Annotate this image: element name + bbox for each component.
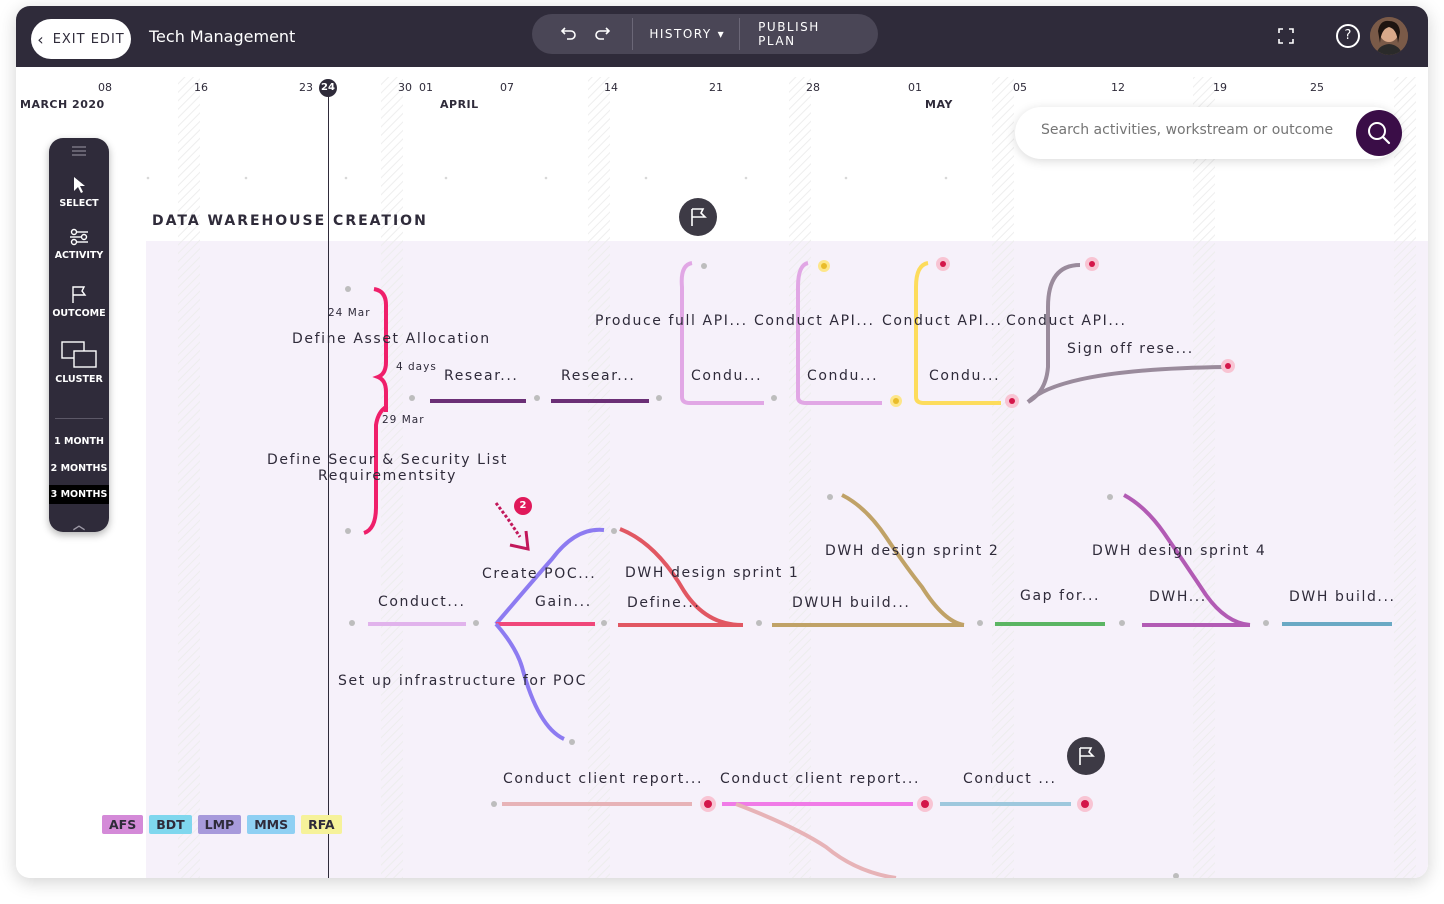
activity-tool[interactable]: ACTIVITY: [49, 228, 109, 261]
activity-label[interactable]: Set up infrastructure for POC: [338, 673, 587, 689]
activity-label[interactable]: Conduct client report...: [503, 771, 703, 787]
start-date-label: 24 Mar: [328, 307, 371, 319]
activity-label[interactable]: Conduct ...: [963, 771, 1057, 787]
activity-label[interactable]: Conduct...: [378, 594, 466, 610]
activity-label[interactable]: Conduct API...: [882, 313, 1003, 329]
select-label: SELECT: [59, 198, 99, 209]
zoom-2-months[interactable]: 2 MONTHS: [49, 459, 109, 478]
activity-label[interactable]: Conduct client report...: [720, 771, 920, 787]
outcome-flag-icon[interactable]: [679, 198, 717, 236]
activity-label[interactable]: Conduct API...: [754, 313, 875, 329]
cursor-icon: [74, 177, 85, 193]
activity-label[interactable]: Produce full API...: [595, 313, 748, 329]
timeline-canvas[interactable]: 08 16 23 30 01 07 14 21 28 01 05 12 19 2…: [16, 67, 1428, 878]
caret-down-icon: ▾: [717, 27, 726, 41]
activity-label[interactable]: Define Asset Allocation: [292, 331, 491, 347]
cluster-tool[interactable]: CLUSTER: [49, 340, 109, 385]
tag-lmp[interactable]: LMP: [197, 815, 242, 834]
exit-edit-button[interactable]: ‹ EXIT EDIT: [31, 19, 131, 59]
activity-label[interactable]: Condu...: [807, 368, 878, 384]
edit-toolbar: HISTORY ▾ PUBLISH PLAN: [532, 14, 878, 54]
drag-handle-icon[interactable]: [49, 146, 109, 159]
activity-bar[interactable]: [1026, 365, 1227, 404]
flag-icon: [72, 286, 87, 303]
activity-label[interactable]: Condu...: [929, 368, 1000, 384]
tag-mms[interactable]: MMS: [247, 815, 296, 834]
activity-icon: [70, 228, 88, 246]
avatar[interactable]: [1370, 17, 1408, 55]
activity-label[interactable]: Resear...: [561, 368, 635, 384]
activity-label[interactable]: DWUH build...: [792, 595, 910, 611]
expand-icon[interactable]: [1278, 28, 1294, 48]
history-dropdown[interactable]: HISTORY ▾: [633, 27, 739, 41]
page-title: Tech Management: [149, 27, 296, 46]
activity-graph: [345, 257, 1392, 878]
undo-icon[interactable]: [552, 24, 585, 45]
activity-label[interactable]: Sign off rese...: [1067, 341, 1194, 357]
zoom-1-month[interactable]: 1 MONTH: [49, 432, 109, 451]
activity-label[interactable]: DWH design sprint 2: [825, 543, 999, 559]
activity-bar[interactable]: [1123, 493, 1251, 627]
publish-plan-button[interactable]: PUBLISH PLAN: [740, 20, 878, 48]
outcome-label: OUTCOME: [52, 308, 106, 319]
activity-label[interactable]: DWH...: [1149, 589, 1207, 605]
panel-divider: [55, 418, 103, 419]
duration-label: 4 days: [396, 361, 437, 373]
activity-label[interactable]: Conduct API...: [1006, 313, 1127, 329]
tag-rfa[interactable]: RFA: [301, 815, 342, 834]
notification-badge[interactable]: 2: [514, 497, 532, 515]
activity-label[interactable]: Gain...: [535, 594, 592, 610]
exit-edit-label: EXIT EDIT: [52, 31, 125, 47]
activity-label[interactable]: DWH design sprint 1: [625, 565, 799, 581]
activity-label[interactable]: Define Secur & Security List: [267, 452, 508, 468]
outcome-tool[interactable]: OUTCOME: [49, 284, 109, 319]
activity-label[interactable]: Create POC...: [482, 566, 596, 582]
activity-label[interactable]: DWH build...: [1289, 589, 1396, 605]
cluster-label: CLUSTER: [55, 374, 103, 385]
activity-label[interactable]: Requirementsity: [318, 468, 457, 484]
activity-label[interactable]: Define...: [627, 595, 700, 611]
activity-label[interactable]: Gap for...: [1020, 588, 1100, 604]
collapse-icon[interactable]: ︿: [49, 516, 109, 533]
history-label: HISTORY: [649, 27, 712, 41]
activity-label[interactable]: DWH design sprint 4: [1092, 543, 1266, 559]
activity-label[interactable]: Resear...: [444, 368, 518, 384]
activity-label: ACTIVITY: [54, 250, 104, 261]
tag-legend: AFS BDT LMP MMS RFA: [102, 815, 342, 834]
activity-label[interactable]: Condu...: [691, 368, 762, 384]
tool-panel: SELECT ACTIVITY OUTCOME CLUSTER 1 MONTH: [49, 138, 109, 532]
select-tool[interactable]: SELECT: [49, 176, 109, 209]
tag-afs[interactable]: AFS: [102, 815, 144, 834]
help-icon[interactable]: ?: [1336, 24, 1360, 48]
end-date-label: 29 Mar: [382, 414, 425, 426]
outcome-flag-icon[interactable]: [1067, 737, 1105, 775]
app-window: ‹ EXIT EDIT Tech Management HISTORY ▾ PU…: [16, 6, 1428, 878]
zoom-3-months[interactable]: 3 MONTHS: [49, 485, 109, 504]
arrow-head-icon: [509, 530, 530, 551]
cluster-icon: [61, 341, 97, 368]
redo-icon[interactable]: [585, 24, 618, 45]
activity-bar[interactable]: [735, 802, 897, 878]
chevron-left-icon: ‹: [37, 29, 45, 49]
date-bracket: [372, 287, 388, 412]
tag-bdt[interactable]: BDT: [149, 815, 192, 834]
top-bar: ‹ EXIT EDIT Tech Management HISTORY ▾ PU…: [16, 6, 1428, 67]
